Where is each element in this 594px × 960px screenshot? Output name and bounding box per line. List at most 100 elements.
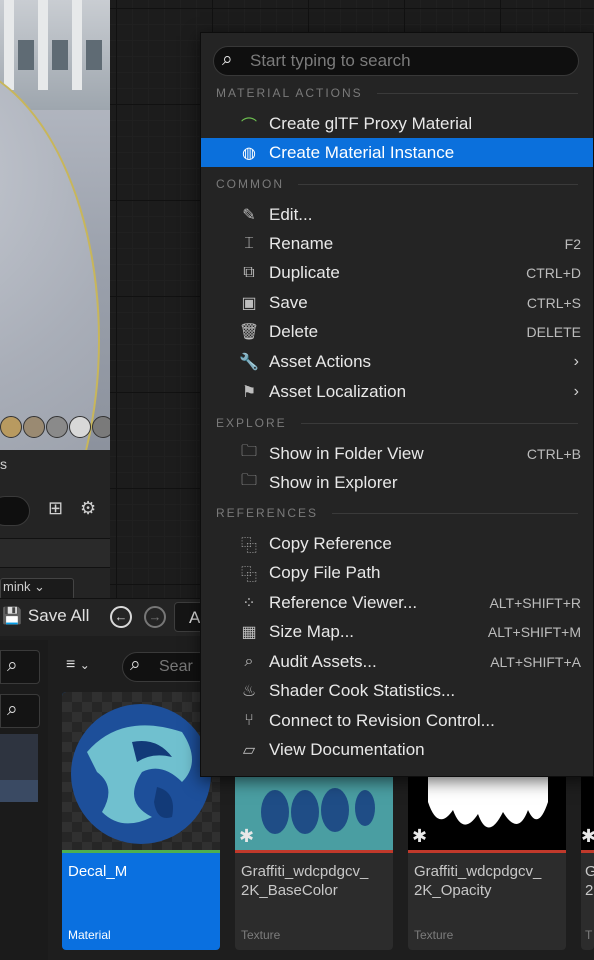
menu-item-label: Show in Folder View — [269, 443, 424, 463]
menu-search-box[interactable]: ⌕ — [213, 46, 579, 76]
chevron-right-icon: › — [573, 382, 579, 400]
asset-context-menu: ⌕ MATERIAL ACTIONS ⌒ Create glTF Proxy M… — [200, 32, 594, 777]
menu-item-copy-file-path[interactable]: ⿻ Copy File Path — [201, 558, 593, 587]
size-map-icon: ▦ — [241, 623, 257, 641]
menu-item-label: Asset Actions — [269, 351, 372, 371]
menu-item-edit[interactable]: ✎ Edit... — [201, 200, 593, 229]
shortcut-label: F2 — [564, 235, 581, 252]
asset-tile-decal-m[interactable]: Decal_M Material — [62, 692, 220, 950]
asset-type-bar — [235, 850, 393, 853]
menu-item-asset-actions[interactable]: 🔧 Asset Actions › — [201, 347, 593, 376]
menu-item-size-map[interactable]: ▦ Size Map... ALT+SHIFT+M — [201, 617, 593, 646]
menu-item-label: Delete — [269, 321, 319, 341]
search-icon: ⌕ — [130, 654, 141, 675]
table-view-icon[interactable]: ⊞ — [48, 498, 63, 519]
menu-item-rename[interactable]: ⌶ Rename F2 — [201, 229, 593, 258]
menu-item-label: Connect to Revision Control... — [269, 710, 495, 730]
menu-item-label: Copy Reference — [269, 533, 392, 553]
section-label: MATERIAL ACTIONS — [216, 86, 363, 100]
section-references: REFERENCES — [216, 506, 578, 520]
menu-item-delete[interactable]: 🗑 Delete DELETE — [201, 317, 593, 346]
gltf-icon: ⌒ — [240, 117, 257, 135]
search-icon: ⌕ — [7, 655, 18, 676]
search-icon: ⌕ — [7, 699, 18, 720]
menu-item-label: Shader Cook Statistics... — [269, 680, 456, 700]
menu-item-show-in-folder-view[interactable]: 🗀 Show in Folder View CTRL+B — [201, 439, 593, 468]
shortcut-label: ALT+SHIFT+A — [490, 653, 581, 670]
panel-title: s — [0, 456, 7, 472]
copy-icon: ⿻ — [240, 537, 257, 555]
pencil-icon: ✎ — [242, 206, 256, 224]
section-label: EXPLORE — [216, 416, 287, 430]
preview-shape-icon[interactable] — [92, 416, 110, 438]
menu-item-save[interactable]: ▣ Save CTRL+S — [201, 288, 593, 317]
menu-item-reference-viewer[interactable]: ⁘ Reference Viewer... ALT+SHIFT+R — [201, 588, 593, 617]
preview-shape-icon[interactable] — [0, 416, 22, 438]
preview-shape-icon[interactable] — [46, 416, 68, 438]
sources-search[interactable]: ⌕ — [0, 650, 40, 684]
shortcut-label: CTRL+B — [526, 445, 581, 462]
menu-item-label: Reference Viewer... — [269, 592, 418, 612]
menu-item-shader-cook-statistics[interactable]: ♨ Shader Cook Statistics... — [201, 676, 593, 705]
arrow-right-icon: → — [148, 609, 162, 624]
menu-item-view-documentation[interactable]: ▱ View Documentation — [201, 735, 593, 764]
save-all-button[interactable]: 💾 Save All — [2, 606, 89, 626]
wrench-icon: 🔧 — [239, 353, 259, 371]
asset-name: G 2 — [585, 863, 594, 899]
asset-type-bar — [62, 850, 220, 853]
menu-item-label: Edit... — [269, 204, 313, 224]
menu-item-duplicate[interactable]: ⧉ Duplicate CTRL+D — [201, 258, 593, 287]
shortcut-label: ALT+SHIFT+R — [489, 594, 581, 611]
folder-search-icon: 🗀 — [240, 443, 257, 460]
panel-dropdown[interactable]: mink ⌄ — [0, 578, 74, 600]
menu-item-label: Create Material Instance — [269, 142, 455, 162]
shortcut-label: DELETE — [526, 323, 581, 340]
menu-item-label: Asset Localization — [269, 381, 407, 401]
menu-item-label: Copy File Path — [269, 562, 381, 582]
forward-button[interactable]: → — [144, 606, 166, 628]
save-icon: ▣ — [241, 294, 257, 312]
trash-icon: 🗑 — [238, 323, 260, 341]
asset-type: Material — [68, 928, 111, 942]
menu-search-input[interactable] — [250, 49, 570, 73]
menu-item-label: Size Map... — [269, 621, 355, 641]
menu-item-create-gltf-proxy[interactable]: ⌒ Create glTF Proxy Material — [201, 109, 593, 138]
folder-tree-item[interactable] — [0, 734, 38, 780]
preview-shape-icon[interactable] — [69, 416, 91, 438]
decal-material-sphere — [71, 704, 211, 844]
filter-button[interactable]: ≡ ⌄ — [66, 656, 90, 674]
shortcut-label: CTRL+D — [526, 264, 581, 281]
menu-item-label: Save — [269, 292, 308, 312]
reference-viewer-icon: ⁘ — [242, 594, 256, 612]
back-button[interactable]: ← — [110, 606, 132, 628]
save-icon: 💾 — [2, 608, 22, 625]
asset-name: Decal_M — [68, 863, 128, 880]
menu-item-label: Show in Explorer — [269, 472, 398, 492]
duplicate-icon: ⧉ — [243, 263, 255, 281]
folder-search-icon: 🗀 — [240, 472, 257, 489]
menu-item-create-material-instance[interactable]: ◍ Create Material Instance — [201, 138, 593, 167]
asterisk-icon: ✱ — [239, 826, 255, 846]
gear-icon[interactable]: ⚙ — [80, 498, 96, 519]
copy-icon: ⿻ — [240, 566, 257, 584]
panel-search-input[interactable] — [0, 496, 30, 526]
menu-item-asset-localization[interactable]: ⚑ Asset Localization › — [201, 377, 593, 406]
preview-shape-icon[interactable] — [23, 416, 45, 438]
collections-search[interactable]: ⌕ — [0, 694, 40, 728]
menu-item-label: Audit Assets... — [269, 651, 377, 671]
menu-item-connect-revision-control[interactable]: ⑂ Connect to Revision Control... — [201, 706, 593, 735]
section-material-actions: MATERIAL ACTIONS — [216, 86, 578, 100]
menu-item-show-in-explorer[interactable]: 🗀 Show in Explorer — [201, 468, 593, 497]
menu-item-label: View Documentation — [269, 739, 425, 759]
asterisk-icon: ✱ — [412, 826, 428, 846]
asset-type-bar — [408, 850, 566, 853]
shortcut-label: ALT+SHIFT+M — [487, 623, 581, 640]
asset-name: Graffiti_wdcpdgcv_ 2K_Opacity — [414, 863, 542, 899]
folder-tree-item-selected[interactable] — [0, 780, 38, 802]
material-preview[interactable] — [0, 0, 110, 450]
filter-icon: ≡ — [66, 656, 76, 673]
menu-item-audit-assets[interactable]: ⌕ Audit Assets... ALT+SHIFT+A — [201, 647, 593, 676]
asset-type-bar — [581, 850, 594, 853]
menu-item-label: Create glTF Proxy Material — [269, 113, 473, 133]
menu-item-copy-reference[interactable]: ⿻ Copy Reference — [201, 529, 593, 558]
